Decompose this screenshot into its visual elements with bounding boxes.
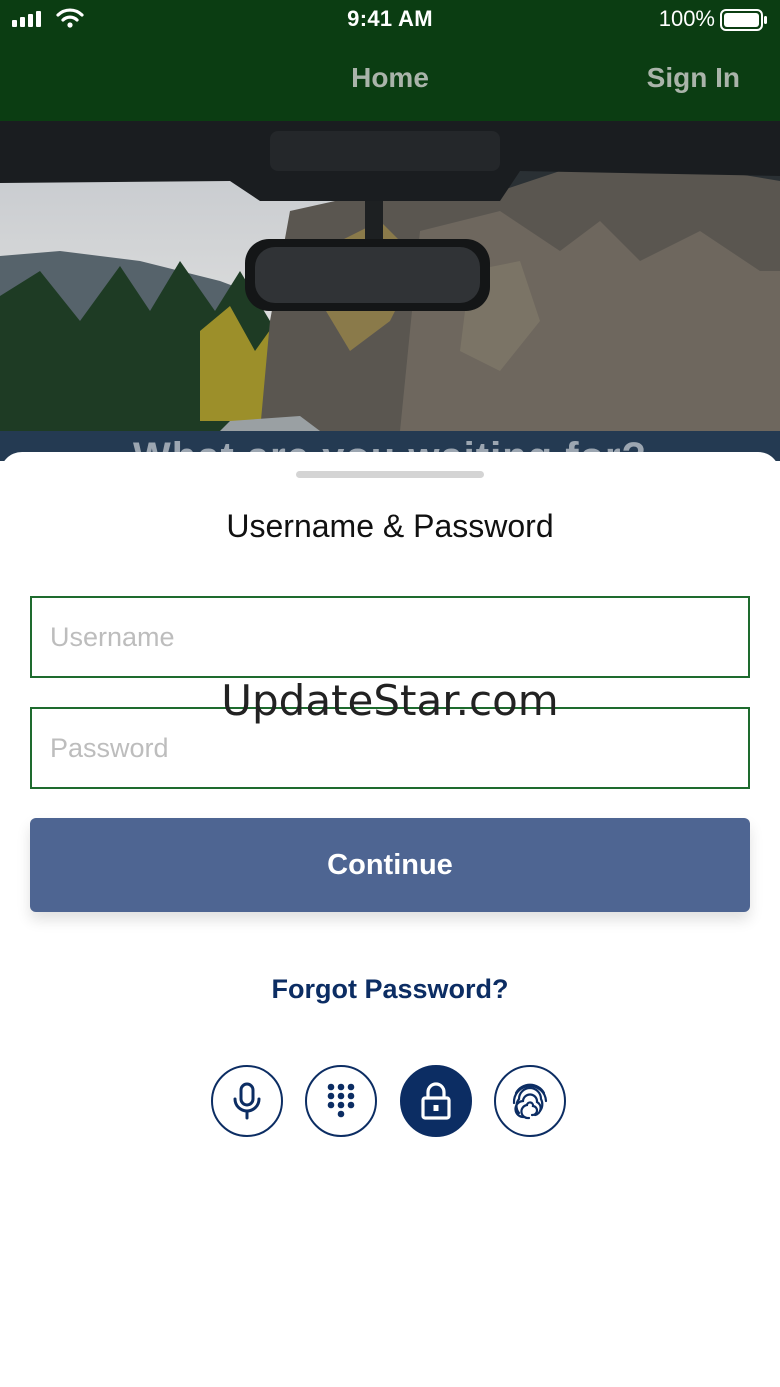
microphone-icon xyxy=(233,1082,261,1120)
continue-button[interactable]: Continue xyxy=(30,818,750,912)
sheet-title: Username & Password xyxy=(226,508,554,544)
battery-percent: 100% xyxy=(658,6,715,31)
username-field-container xyxy=(30,596,750,678)
pin-auth-button[interactable] xyxy=(305,1065,377,1137)
password-field-container xyxy=(30,707,750,789)
mountain-road-photo xyxy=(0,121,780,461)
nav-signin-link[interactable]: Sign In xyxy=(647,62,740,94)
lock-icon xyxy=(421,1082,451,1120)
battery-icon xyxy=(720,9,767,31)
fingerprint-auth-button[interactable] xyxy=(494,1065,566,1137)
sheet-drag-handle[interactable] xyxy=(296,471,484,478)
username-input[interactable] xyxy=(32,598,748,676)
status-bar: 9:41 AM 100% xyxy=(0,0,780,40)
top-bar: 9:41 AM 100% Home Sign In xyxy=(0,0,780,121)
voice-auth-button[interactable] xyxy=(211,1065,283,1137)
fingerprint-icon xyxy=(512,1083,548,1120)
password-auth-button[interactable] xyxy=(400,1065,472,1137)
login-bottom-sheet: Username & Password UpdateStar.com Conti… xyxy=(0,452,780,1387)
forgot-password-link[interactable]: Forgot Password? xyxy=(0,974,780,1005)
keypad-icon xyxy=(327,1083,355,1118)
password-input[interactable] xyxy=(32,709,748,787)
hero-image: What are you waiting for? xyxy=(0,121,780,461)
